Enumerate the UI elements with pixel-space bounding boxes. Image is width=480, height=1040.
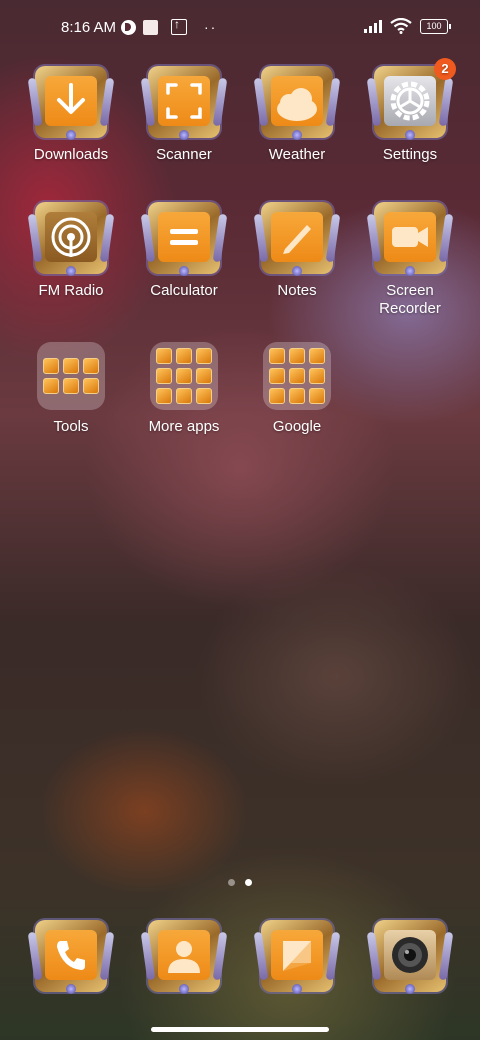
- notification-square-icon: [143, 19, 158, 35]
- folder-label: More apps: [148, 418, 220, 435]
- phone-icon: [35, 920, 107, 994]
- data-saver-icon: [121, 19, 136, 35]
- download-arrow-icon: [35, 66, 107, 140]
- video-camera-icon: [374, 202, 446, 276]
- page-indicator: [0, 879, 480, 886]
- status-time: 8:16 AM: [61, 19, 117, 36]
- dock-phone[interactable]: [15, 920, 127, 994]
- radio-antenna-icon: [35, 202, 107, 276]
- app-label: Downloads: [33, 146, 109, 163]
- home-gesture-bar[interactable]: [151, 1027, 329, 1032]
- pencil-icon: [261, 202, 333, 276]
- dock: [0, 920, 480, 994]
- scanner-frame-icon: [148, 66, 220, 140]
- signal-icon: [364, 19, 382, 33]
- weather-cloud-icon: [261, 66, 333, 140]
- more-dots-icon: ··: [204, 19, 218, 35]
- folder-icon: [263, 342, 331, 410]
- app-weather[interactable]: Weather: [241, 66, 353, 164]
- app-downloads[interactable]: Downloads: [15, 66, 127, 164]
- app-label: Weather: [268, 146, 326, 163]
- app-screen-recorder[interactable]: Screen Recorder: [354, 202, 466, 318]
- app-calculator[interactable]: Calculator: [128, 202, 240, 300]
- app-settings[interactable]: 2 Settings: [354, 58, 466, 164]
- folder-google[interactable]: Google: [241, 340, 353, 436]
- dock-camera[interactable]: [354, 920, 466, 994]
- folder-label: Google: [272, 418, 322, 435]
- app-scanner[interactable]: Scanner: [128, 66, 240, 164]
- equals-icon: [148, 202, 220, 276]
- upload-icon: [171, 17, 187, 35]
- app-label: Screen Recorder: [379, 282, 441, 317]
- gear-icon: 2: [374, 58, 456, 140]
- app-label: Scanner: [156, 146, 212, 163]
- dock-contacts[interactable]: [128, 920, 240, 994]
- folder-label: Tools: [53, 418, 89, 435]
- camera-lens-icon: [374, 920, 446, 994]
- app-label: Calculator: [150, 282, 218, 299]
- app-label: Notes: [277, 282, 317, 299]
- folder-more-apps[interactable]: More apps: [128, 340, 240, 436]
- folder-icon: [150, 342, 218, 410]
- page-dot[interactable]: [228, 879, 235, 886]
- contact-person-icon: [148, 920, 220, 994]
- wifi-icon: [390, 18, 412, 34]
- folder-icon: [37, 342, 105, 410]
- notification-badge: 2: [434, 58, 456, 80]
- status-bar: 8:16 AM ·· 100: [0, 0, 480, 56]
- app-fm-radio[interactable]: FM Radio: [15, 202, 127, 300]
- app-notes[interactable]: Notes: [241, 202, 353, 300]
- battery-icon: 100: [420, 18, 451, 34]
- dock-messages[interactable]: [241, 920, 353, 994]
- folder-tools[interactable]: Tools: [15, 340, 127, 436]
- message-icon: [261, 920, 333, 994]
- app-label: Settings: [382, 146, 438, 163]
- app-label: FM Radio: [38, 282, 104, 299]
- page-dot-active[interactable]: [245, 879, 252, 886]
